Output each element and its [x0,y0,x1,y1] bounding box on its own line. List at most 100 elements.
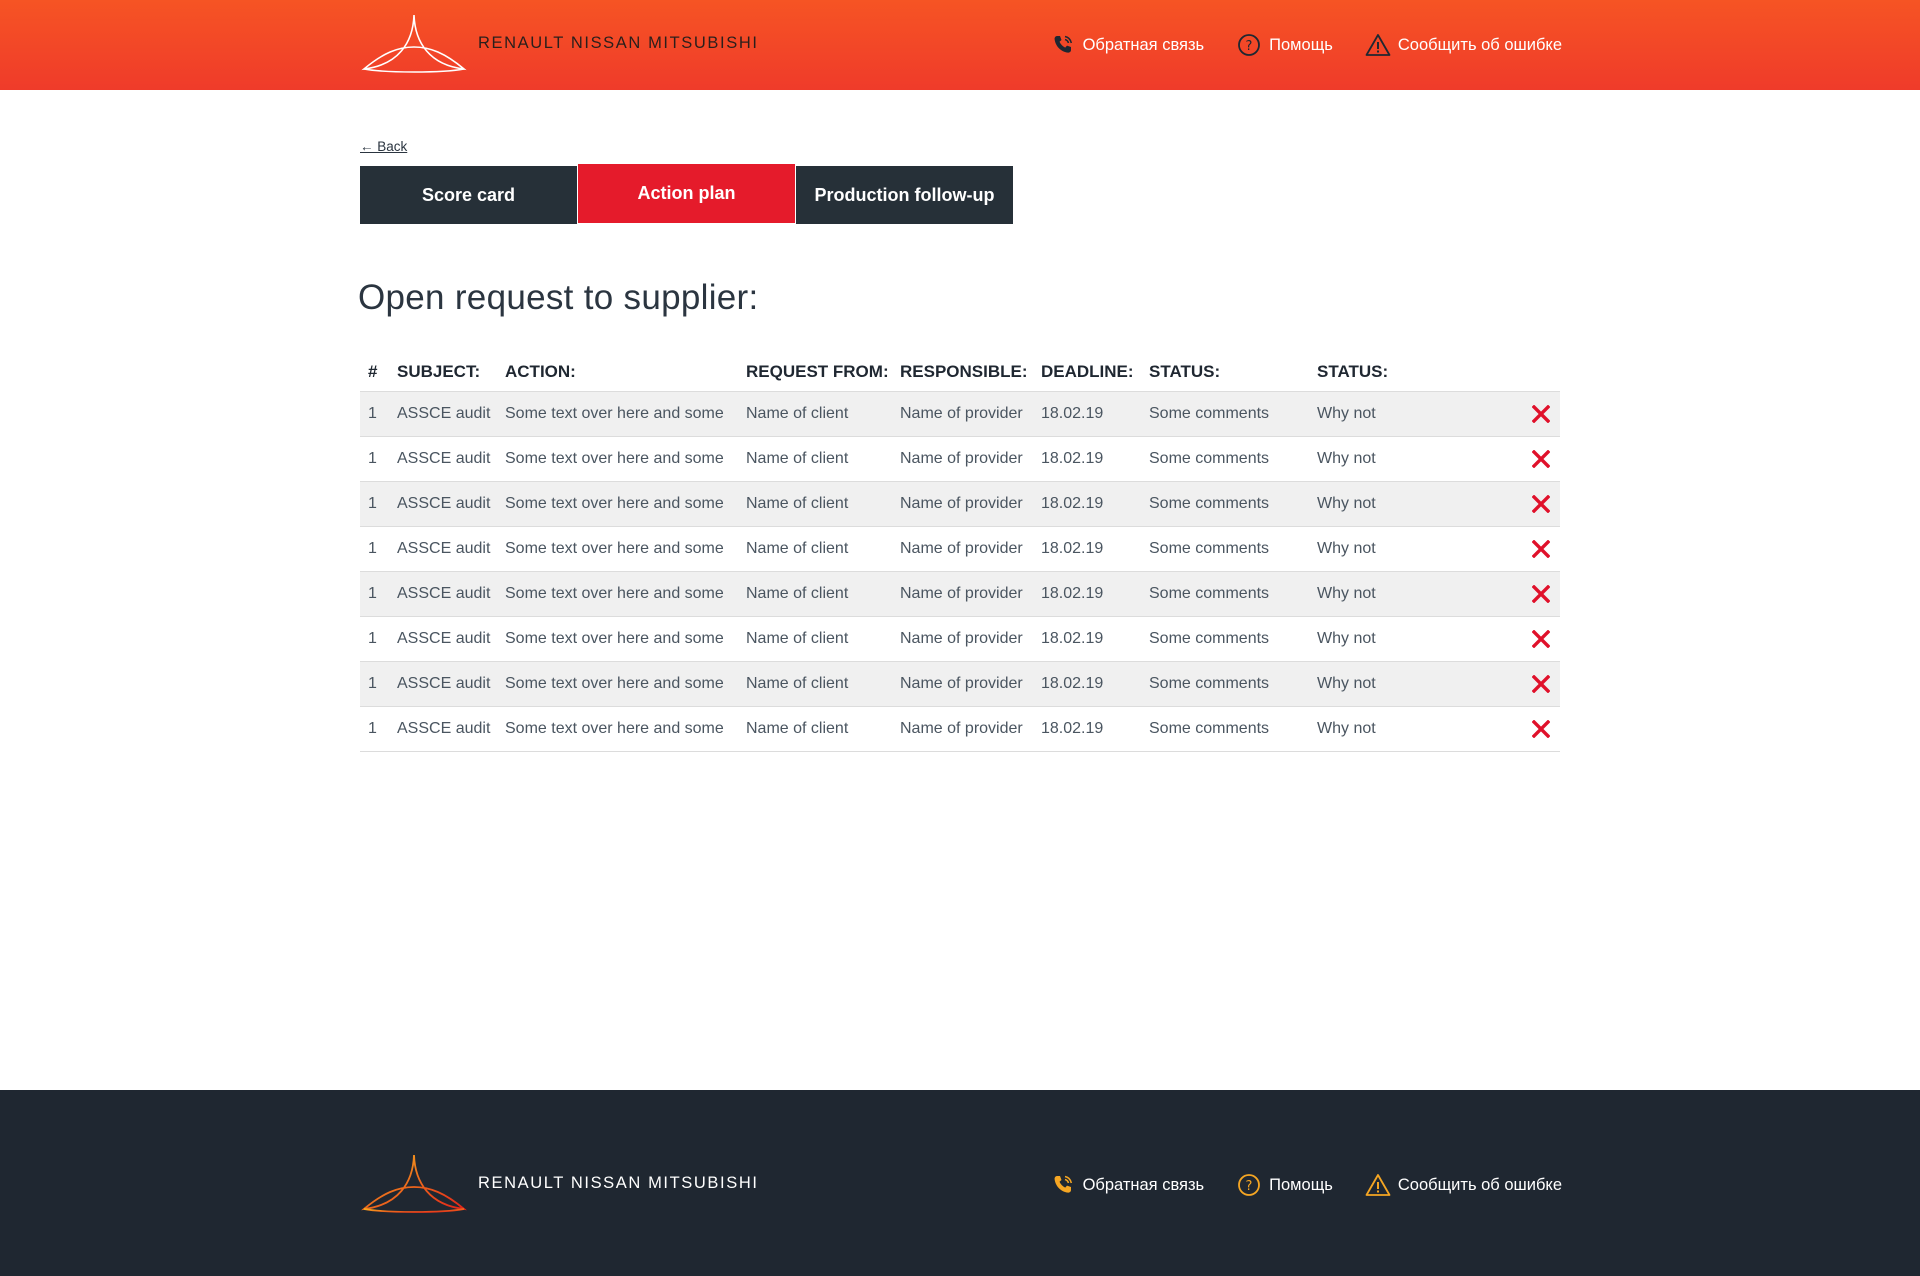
request-from-cell: Name of client [746,720,849,737]
subject-cell: ASSCE audit [397,405,491,422]
responsible-cell: Name of provider [900,630,1023,647]
footer [0,1090,1920,1276]
status2-cell: Why not [1317,720,1376,737]
phone-icon [1050,1172,1076,1198]
column-header: ACTION: [505,361,576,381]
deadline-cell: 18.02.19 [1041,675,1104,692]
delete-row-button[interactable] [1522,405,1560,423]
request-from-cell: Name of client [746,450,849,467]
close-icon [1532,585,1550,603]
footer-brand-logo-text: RENAULT NISSAN MITSUBISHI [478,1173,759,1192]
deadline-cell: 18.02.19 [1041,585,1104,602]
status2-cell: Why not [1317,540,1376,557]
footer-brand-logo[interactable]: RENAULT NISSAN MITSUBISHI [358,1153,759,1213]
deadline-cell: 18.02.19 [1041,630,1104,647]
close-icon [1532,450,1550,468]
status-cell: Some comments [1149,675,1270,692]
subject-cell: ASSCE audit [397,495,491,512]
subject-cell: ASSCE audit [397,630,491,647]
footer-help-link[interactable]: ? Помощь [1236,1172,1333,1198]
column-header: # [368,361,378,381]
responsible-cell: Name of provider [900,405,1023,422]
request-from-cell: Name of client [746,675,849,692]
delete-row-button[interactable] [1522,675,1560,693]
report-error-link[interactable]: Сообщить об ошибке [1365,32,1562,58]
page-title: Open request to supplier: [358,278,759,317]
alliance-logo-icon [361,14,467,73]
action-cell: Some text over here and some [505,585,724,602]
tab-production-follow-up[interactable]: Production follow-up [796,166,1013,224]
svg-text:?: ? [1246,1179,1253,1194]
tab-score-card[interactable]: Score card [360,166,577,224]
close-icon [1532,720,1550,738]
table-row: 1 ASSCE audit Some text over here and some… [360,482,1560,527]
svg-text:?: ? [1246,39,1253,54]
footer-help-link-label: Помощь [1269,1175,1333,1194]
help-link-label: Помощь [1269,35,1333,54]
phone-icon [1050,32,1076,58]
table-row: 1 ASSCE audit Some text over here and some… [360,437,1560,482]
action-cell: Some text over here and some [505,630,724,647]
footer-feedback-link-label: Обратная связь [1082,1175,1205,1194]
status2-cell: Why not [1317,630,1376,647]
deadline-cell: 18.02.19 [1041,495,1104,512]
column-header: DEADLINE: [1041,361,1134,381]
feedback-link[interactable]: Обратная связь [1050,32,1205,58]
row-number: 1 [368,405,377,422]
close-icon [1532,540,1550,558]
action-cell: Some text over here and some [505,675,724,692]
subject-cell: ASSCE audit [397,450,491,467]
row-number: 1 [368,450,377,467]
tab-action-plan[interactable]: Action plan [578,164,795,223]
delete-row-button[interactable] [1522,495,1560,513]
status-cell: Some comments [1149,720,1270,737]
column-header: REQUEST FROM: [746,361,889,381]
delete-row-button[interactable] [1522,540,1560,558]
warning-icon [1365,1172,1391,1198]
footer-report-error-link[interactable]: Сообщить об ошибке [1365,1172,1562,1198]
close-icon [1532,630,1550,648]
responsible-cell: Name of provider [900,540,1023,557]
row-number: 1 [368,495,377,512]
request-from-cell: Name of client [746,495,849,512]
close-icon [1532,405,1550,423]
header-links: Обратная связь ? Помощь Сообщить об ошиб… [1050,32,1562,58]
column-header: STATUS: [1149,361,1221,381]
responsible-cell: Name of provider [900,450,1023,467]
close-icon [1532,495,1550,513]
warning-icon [1365,32,1391,58]
table-row: 1 ASSCE audit Some text over here and some… [360,392,1560,437]
status-cell: Some comments [1149,540,1270,557]
alliance-logo-icon [361,1154,467,1213]
subject-cell: ASSCE audit [397,540,491,557]
action-cell: Some text over here and some [505,495,724,512]
status2-cell: Why not [1317,495,1376,512]
help-link[interactable]: ? Помощь [1236,32,1333,58]
request-from-cell: Name of client [746,630,849,647]
delete-row-button[interactable] [1522,450,1560,468]
brand-logo[interactable]: RENAULT NISSAN MITSUBISHI [358,13,759,73]
request-from-cell: Name of client [746,405,849,422]
delete-row-button[interactable] [1522,720,1560,738]
delete-row-button[interactable] [1522,630,1560,648]
brand-logo-text: RENAULT NISSAN MITSUBISHI [478,33,759,52]
feedback-link-label: Обратная связь [1082,35,1205,54]
back-link[interactable]: ← Back [360,139,407,154]
status2-cell: Why not [1317,585,1376,602]
footer-links: Обратная связь ? Помощь Сообщить об ошиб… [1050,1172,1562,1198]
header: RENAULT NISSAN MITSUBISHI Обратная связь… [0,0,1920,90]
column-header: RESPONSIBLE: [900,361,1028,381]
status-cell: Some comments [1149,585,1270,602]
deadline-cell: 18.02.19 [1041,540,1104,557]
row-number: 1 [368,540,377,557]
close-icon [1532,675,1550,693]
deadline-cell: 18.02.19 [1041,450,1104,467]
delete-row-button[interactable] [1522,585,1560,603]
responsible-cell: Name of provider [900,720,1023,737]
action-cell: Some text over here and some [505,540,724,557]
request-from-cell: Name of client [746,585,849,602]
footer-feedback-link[interactable]: Обратная связь [1050,1172,1205,1198]
column-header: STATUS: [1317,361,1389,381]
status2-cell: Why not [1317,405,1376,422]
report-error-link-label: Сообщить об ошибке [1397,35,1562,54]
